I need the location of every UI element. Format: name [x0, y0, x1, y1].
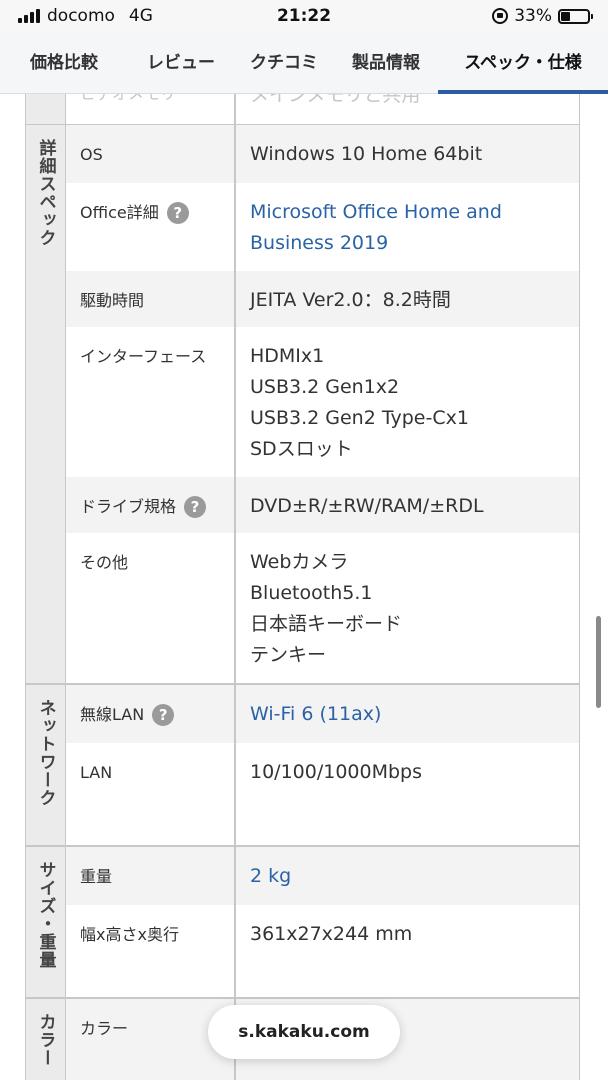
spec-value-link[interactable]: 2 kg: [236, 847, 579, 905]
url-bar[interactable]: s.kakaku.com: [208, 1005, 400, 1059]
spec-row: 幅x高さx奥行 361x27x244 mm: [66, 905, 579, 997]
spec-row-value: 361x27x244 mm: [236, 905, 579, 997]
spec-group-1: ネットワーク 無線LAN? Wi-Fi 6 (11ax) LAN 10/100/1000…: [26, 685, 579, 847]
spec-value-line: 日本語キーボード: [250, 613, 403, 635]
spec-row-value: 10/100/1000Mbps: [236, 743, 579, 845]
help-icon[interactable]: ?: [184, 496, 207, 518]
spec-value-line: Wi-Fi 6 (11ax): [250, 703, 382, 725]
group-label-text: 詳細スペック: [35, 139, 56, 247]
spec-value-line: Windows 10 Home 64bit: [250, 143, 483, 165]
spec-row: ドライブ規格? DVD±R/±RW/RAM/±RDL: [66, 477, 579, 533]
spec-row-name: OS: [66, 125, 236, 183]
spec-value-line: SDスロット: [250, 438, 353, 460]
spec-value-line: テンキー: [250, 644, 327, 666]
spec-row-name: ビデオメモリ: [66, 94, 236, 124]
spec-row: OS Windows 10 Home 64bit: [66, 125, 579, 183]
status-bar: docomo 4G 21:22 33%: [0, 0, 608, 34]
spec-row-name: その他: [66, 533, 236, 683]
spec-row-value: メインメモリと共用: [250, 94, 421, 106]
spec-row: LAN 10/100/1000Mbps: [66, 743, 579, 845]
spec-row-label: 無線LAN: [80, 705, 145, 724]
group-label: サイズ・重量: [26, 847, 66, 997]
spec-row-label: ドライブ規格: [80, 497, 177, 516]
spec-value-line: 2 kg: [250, 865, 292, 887]
help-icon[interactable]: ?: [152, 704, 175, 726]
spec-group-0: 詳細スペック OS Windows 10 Home 64bit Office詳細? Mi…: [26, 125, 579, 685]
spec-row-name: 幅x高さx奥行: [66, 905, 236, 997]
group-label: ネットワーク: [26, 685, 66, 845]
tab-4[interactable]: スペック・仕様: [438, 34, 608, 94]
group-label: [26, 94, 66, 124]
help-icon[interactable]: ?: [166, 202, 189, 224]
tab-0[interactable]: 価格比較: [0, 34, 128, 94]
spec-row-label: その他: [80, 553, 129, 572]
spec-row-value: Webカメラ Bluetooth5.1 日本語キーボード テンキー: [236, 533, 579, 683]
spec-value-line: Business 2019: [250, 232, 389, 254]
spec-row: Office詳細? Microsoft Office Home and Busine…: [66, 183, 579, 271]
spec-row-label: Office詳細: [80, 203, 159, 222]
spec-row: インターフェース HDMIx1 USB3.2 Gen1x2 USB3.2 Gen2 T…: [66, 327, 579, 477]
spec-value-line: USB3.2 Gen1x2: [250, 376, 400, 398]
spec-value-link[interactable]: Microsoft Office Home and Business 2019: [236, 183, 579, 271]
spec-row-value: JEITA Ver2.0：8.2時間: [236, 271, 579, 327]
spec-row-value: HDMIx1 USB3.2 Gen1x2 USB3.2 Gen2 Type-Cx1 S…: [236, 327, 579, 477]
spec-row-value: Windows 10 Home 64bit: [236, 125, 579, 183]
spec-row: その他 Webカメラ Bluetooth5.1 日本語キーボード テンキー: [66, 533, 579, 683]
battery-icon: [558, 8, 593, 24]
spec-row-label: 重量: [80, 867, 113, 886]
spec-value-line: Webカメラ: [250, 551, 349, 573]
spec-row-label: カラー: [80, 1019, 129, 1038]
group-label-text: サイズ・重量: [35, 861, 56, 969]
spec-value-line: DVD±R/±RW/RAM/±RDL: [250, 495, 484, 517]
scrollbar[interactable]: [596, 616, 601, 708]
group-label-text: ネットワーク: [35, 699, 56, 807]
spec-group-2: サイズ・重量 重量 2 kg 幅x高さx奥行 361x27x244 mm: [26, 847, 579, 999]
spec-row-label: OS: [80, 145, 103, 164]
spec-value-line: 10/100/1000Mbps: [250, 761, 423, 783]
spec-value-line: 361x27x244 mm: [250, 923, 413, 945]
spec-row-name: 駆動時間: [66, 271, 236, 327]
spec-value-link[interactable]: Wi-Fi 6 (11ax): [236, 685, 579, 743]
orientation-lock-icon: [492, 8, 509, 24]
spec-row-label: 幅x高さx奥行: [80, 925, 179, 944]
spec-value-line: Bluetooth5.1: [250, 582, 373, 604]
status-right: 33%: [492, 6, 593, 26]
spec-row-name: ドライブ規格?: [66, 477, 236, 533]
spec-table: ビデオメモリ メインメモリと共用 詳細スペック OS Windows 10 Home…: [25, 94, 580, 1080]
group-label-text: カラー: [35, 1013, 56, 1067]
spec-row-label: 駆動時間: [80, 291, 145, 310]
spec-value-line: USB3.2 Gen2 Type-Cx1: [250, 407, 469, 429]
tab-2[interactable]: クチコミ: [234, 34, 334, 94]
group-label: カラー: [26, 999, 66, 1080]
spec-value-line: HDMIx1: [250, 345, 325, 367]
spec-value-line: JEITA Ver2.0：8.2時間: [250, 289, 451, 311]
group-label: 詳細スペック: [26, 125, 66, 683]
spec-group-partial: ビデオメモリ メインメモリと共用: [26, 94, 579, 125]
spec-row-name: Office詳細?: [66, 183, 236, 271]
spec-tabs: 価格比較 レビュー クチコミ 製品情報 スペック・仕様: [0, 34, 608, 94]
spec-row-label: LAN: [80, 763, 113, 782]
tab-1[interactable]: レビュー: [128, 34, 234, 94]
spec-value-line: Microsoft Office Home and: [250, 201, 502, 223]
spec-row-name: 重量: [66, 847, 236, 905]
battery-percent: 33%: [514, 6, 552, 26]
spec-row: 無線LAN? Wi-Fi 6 (11ax): [66, 685, 579, 743]
spec-row-name: 無線LAN?: [66, 685, 236, 743]
spec-row-name: LAN: [66, 743, 236, 845]
spec-row-name: インターフェース: [66, 327, 236, 477]
spec-row: 重量 2 kg: [66, 847, 579, 905]
tab-3[interactable]: 製品情報: [334, 34, 438, 94]
spec-row: ビデオメモリ メインメモリと共用: [66, 94, 579, 124]
spec-row-label: インターフェース: [80, 347, 207, 366]
spec-row-value: DVD±R/±RW/RAM/±RDL: [236, 477, 579, 533]
spec-row: 駆動時間 JEITA Ver2.0：8.2時間: [66, 271, 579, 327]
